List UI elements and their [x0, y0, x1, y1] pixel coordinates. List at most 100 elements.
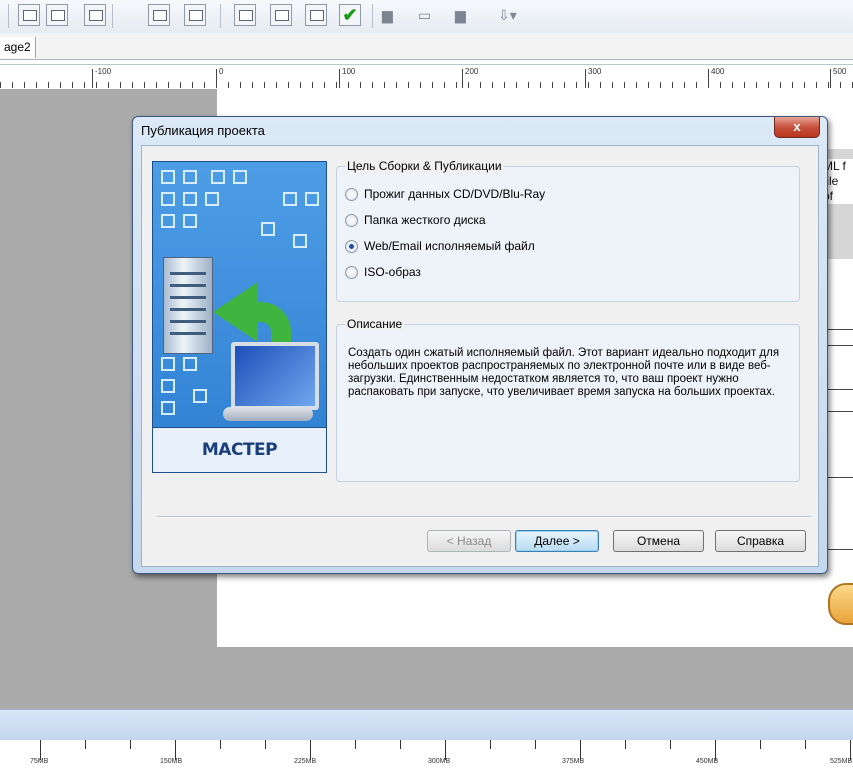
capacity-tick — [805, 740, 806, 749]
publish-target-group: Цель Сборки & Публикации Прожиг данных C… — [336, 159, 800, 302]
ruler-label: -100 — [95, 67, 112, 76]
ruler-label: 500 — [833, 67, 847, 76]
server-icon — [163, 257, 213, 354]
radio-indicator[interactable] — [345, 265, 358, 279]
decor-square — [183, 192, 197, 206]
back-button[interactable]: < Назад — [427, 530, 511, 552]
capacity-tick — [760, 740, 761, 749]
ruler-major-tick — [216, 69, 217, 88]
decor-square — [161, 401, 175, 415]
wizard-caption: МАСТЕР ПУБЛИКАЦИИ — [153, 427, 326, 472]
dialog-client-area: МАСТЕР ПУБЛИКАЦИИ Цель Сборки & Публикац… — [141, 145, 819, 567]
toolbar: ✔ ▆ ▭ ▆ ⇩▾ — [0, 0, 853, 34]
capacity-tick — [625, 740, 626, 749]
decor-square — [183, 170, 197, 184]
ruler-major-tick — [585, 69, 586, 88]
close-button[interactable]: x — [774, 117, 820, 138]
publish-target-legend: Цель Сборки & Публикации — [345, 159, 504, 173]
tab-page2[interactable]: age2 — [0, 37, 36, 58]
ruler-major-tick — [708, 69, 709, 88]
frame-check-icon[interactable] — [305, 4, 327, 26]
radio-hard-disk-folder[interactable]: Папка жесткого диска — [345, 211, 486, 229]
cancel-button[interactable]: Отмена — [613, 530, 704, 552]
decor-square — [161, 170, 175, 184]
ruler-label: 100 — [342, 67, 356, 76]
capacity-ruler: 75MB 150MB 225MB 300MB 375MB 450MB 525MB — [0, 740, 853, 770]
green-arrow-icon — [213, 282, 258, 342]
toolbar-separator — [8, 4, 9, 28]
layout-grid-icon[interactable] — [18, 4, 40, 26]
download-dropdown-icon[interactable]: ⇩▾ — [498, 7, 518, 23]
description-group: Описание Создать один сжатый исполняемый… — [336, 317, 800, 482]
tab-bar: age2 — [0, 33, 853, 60]
ruler-major-tick — [339, 69, 340, 88]
toolbar-separator — [112, 4, 113, 28]
radio-label: ISO-образ — [364, 265, 421, 279]
server-stripe — [170, 308, 206, 311]
decor-square — [305, 192, 319, 206]
horizontal-ruler: -100 0 100 200 300 400 500 — [0, 64, 853, 90]
checkmark-icon[interactable]: ✔ — [339, 4, 361, 26]
layout-rows-icon[interactable] — [148, 4, 170, 26]
ruler-major-tick — [830, 69, 831, 88]
decor-square — [205, 192, 219, 206]
radio-indicator[interactable] — [345, 213, 358, 227]
radio-iso-image[interactable]: ISO-образ — [345, 263, 421, 281]
orange-shape-button[interactable] — [828, 583, 853, 625]
capacity-label: 375MB — [562, 758, 585, 765]
capacity-tick — [40, 740, 41, 760]
decor-square — [193, 389, 207, 403]
server-stripe — [170, 332, 206, 335]
radio-web-email-executable[interactable]: Web/Email исполняемый файл — [345, 237, 535, 255]
layout-columns-icon[interactable] — [46, 4, 68, 26]
decor-square — [161, 357, 175, 371]
send-back-icon[interactable]: ▆ — [455, 7, 475, 23]
decor-square — [233, 170, 247, 184]
capacity-tick — [175, 740, 176, 760]
ruler-label: 300 — [588, 67, 602, 76]
capacity-tick — [490, 740, 491, 749]
decor-square — [183, 214, 197, 228]
decor-square — [261, 222, 275, 236]
capacity-label: 225MB — [294, 758, 317, 765]
capacity-tick — [310, 740, 311, 760]
capacity-tick — [715, 740, 716, 760]
layout-panels-icon[interactable] — [184, 4, 206, 26]
next-button[interactable]: Далее > — [515, 530, 599, 552]
dialog-separator — [157, 516, 811, 518]
radio-cd-dvd-burn[interactable]: Прожиг данных CD/DVD/Blu-Ray — [345, 185, 545, 203]
page-icon[interactable]: ▭ — [418, 7, 438, 23]
radio-indicator-selected[interactable] — [345, 239, 358, 253]
ruler-label: 200 — [465, 67, 479, 76]
dialog-title: Публикация проекта — [141, 123, 265, 138]
close-icon: x — [793, 119, 801, 134]
capacity-label: 300MB — [428, 758, 451, 765]
layout-split-icon[interactable] — [84, 4, 106, 26]
frame-bottom-icon[interactable] — [270, 4, 292, 26]
help-button[interactable]: Справка — [715, 530, 806, 552]
capacity-label: 75MB — [30, 758, 49, 765]
capacity-tick — [400, 740, 401, 749]
monitor-icon — [231, 342, 319, 410]
description-legend: Описание — [345, 317, 405, 331]
radio-indicator[interactable] — [345, 187, 358, 201]
ruler-major-tick — [92, 69, 93, 88]
decor-square — [161, 214, 175, 228]
capacity-tick — [130, 740, 131, 749]
decor-square — [293, 234, 307, 248]
ruler-major-tick — [462, 69, 463, 88]
frame-icon[interactable] — [234, 4, 256, 26]
capacity-label: 525MB — [830, 758, 853, 765]
server-stripe — [170, 284, 206, 287]
bring-front-icon[interactable]: ▆ — [382, 7, 402, 23]
timeline-bar — [0, 709, 853, 740]
decor-square — [283, 192, 297, 206]
decor-square — [183, 357, 197, 371]
capacity-tick — [850, 740, 851, 760]
capacity-tick — [580, 740, 581, 760]
server-stripe — [170, 296, 206, 299]
capacity-label: 150MB — [160, 758, 183, 765]
ruler-label: 0 — [219, 67, 224, 76]
capacity-tick — [220, 740, 221, 749]
capacity-tick — [445, 740, 446, 760]
